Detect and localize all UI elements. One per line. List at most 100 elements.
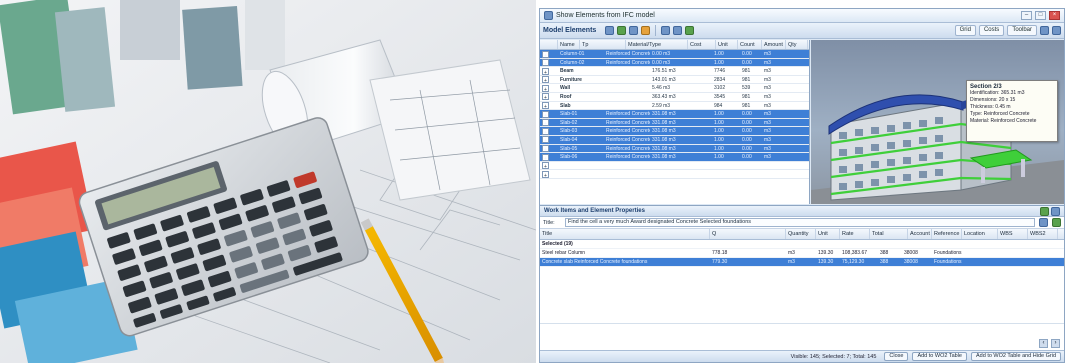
grid-row[interactable]: + [540,170,809,179]
expand-row-icon[interactable]: + [542,110,549,118]
filter-row: Title: Find the cell a very much Award d… [540,217,1064,229]
help-icon[interactable] [1052,26,1061,35]
grid-col-count[interactable]: Count [738,40,762,49]
model-elements-grid: Name Tp Material/Type Cost Unit Count Am… [540,40,810,204]
col-wbs2[interactable]: WBS2 [1028,229,1058,239]
grid-cell: 1.00 [714,111,724,118]
apply-filter-icon[interactable] [1052,218,1061,227]
costs-button[interactable]: Costs [978,25,1005,36]
expand-row-icon[interactable]: + [542,145,549,153]
expand-row-icon[interactable]: + [542,84,549,92]
col-location[interactable]: Location [962,229,998,239]
toolbar-button[interactable]: Toolbar [1007,25,1037,36]
grid-row[interactable]: + Slab 2.59 m3 984 981 m3 [540,102,809,111]
grid-row[interactable]: + Slab-03 Reinforced Concrete 331.08 m3 1.00… [540,127,809,136]
expand-row-icon[interactable]: + [542,136,549,144]
grid-cell: Reinforced Concrete [606,136,650,143]
grid-cell: Reinforced Concrete [606,119,650,126]
grid-col-type[interactable]: Tp [580,40,626,49]
expand-row-icon[interactable]: + [542,93,549,101]
tooltip-line: Identification: 365.31 m3 [970,90,1025,96]
grid-row[interactable]: + Slab-01 Reinforced Concrete 331.08 m3 1.00… [540,110,809,119]
maximize-button[interactable]: □ [1035,11,1046,20]
grid-col-name[interactable]: Name [558,40,580,49]
col-wbs[interactable]: WBS [998,229,1028,239]
zoom-icon[interactable] [661,26,671,35]
col-unit[interactable]: Unit [816,229,840,239]
close-button[interactable]: Close [884,352,909,361]
model-3d-view[interactable]: Section 2/3 Identification: 365.31 m3 Di… [811,40,1064,204]
grid-button[interactable]: Grid [954,25,976,36]
window-titlebar[interactable]: Show Elements from IFC model – □ × [540,9,1064,23]
grid-row[interactable]: + Furniture 143.01 m3 2834 981 m3 [540,76,809,85]
col-title[interactable]: Title [540,229,710,239]
grid-col-qty[interactable]: Qty [786,40,808,49]
grid-row[interactable]: + Slab-04 Reinforced Concrete 331.08 m3 1.00… [540,135,809,145]
expand-row-icon[interactable]: + [542,153,549,161]
work-item-row[interactable]: Steel rebar Column 778.18 m3 139.30 108,383.… [540,249,1064,258]
grid-row[interactable]: + Roof 363.43 m3 3545 981 m3 [540,93,809,102]
grid-cell [740,162,762,170]
grid-cell: Slab-03 [560,128,578,135]
filter-icon[interactable] [605,26,615,35]
col-total[interactable]: Total [870,229,908,239]
col-q[interactable]: Q [710,229,786,239]
model-elements-title: Model Elements [543,27,597,34]
settings-icon[interactable] [1040,26,1049,35]
col-rate[interactable]: Rate [840,229,870,239]
grid-row[interactable]: + Slab-06 Reinforced Concrete 331.08 m3 1.00… [540,153,809,162]
refresh-icon[interactable] [617,26,627,35]
expand-row-icon[interactable]: + [542,170,549,178]
work-item-cell: 779.30 [712,259,728,265]
scroll-left-icon[interactable]: ‹ [1039,339,1048,348]
grid-col-material[interactable]: Material/Type [626,40,688,49]
grid-cell: 981 [742,102,751,109]
grid-cell: m3 [764,93,771,100]
grid-cell: 331.08 m3 [652,145,676,152]
grid-cell: 981 [742,76,751,83]
view-3d-icon[interactable] [685,26,695,35]
grid-row[interactable]: + Wall 5.46 m3 3102 539 m3 [540,84,809,93]
expand-row-icon[interactable]: + [542,67,549,75]
add-to-table-button[interactable]: Add to WO2 Table [912,352,967,361]
minimize-button[interactable]: – [1021,11,1032,20]
col-reference[interactable]: Reference [932,229,962,239]
grid-cell: Reinforced Concrete [606,51,650,57]
col-account[interactable]: Account [908,229,932,239]
expand-row-icon[interactable]: + [542,119,549,127]
grid-col-amount[interactable]: Amount [762,40,786,49]
grid-row[interactable]: + Column-01 Reinforced Concrete 0.00 m3 1.00… [540,50,809,59]
filter-input[interactable]: Find the cell a very much Award designat… [565,218,1035,227]
grid-row[interactable]: + Column-02 Reinforced Concrete 0.00 m3 1.00… [540,58,809,68]
expand-icon[interactable] [629,26,639,35]
expand-row-icon[interactable]: + [542,102,549,110]
grid-col-cost[interactable]: Cost [688,40,716,49]
grid-row[interactable]: + Slab-05 Reinforced Concrete 331.08 m3 1.00… [540,144,809,154]
work-item-row[interactable]: Concrete slab Reinforced Concrete founda… [540,258,1064,267]
grid-row[interactable]: + [540,162,809,171]
expand-row-icon[interactable]: + [542,127,549,135]
expand-row-icon[interactable]: + [542,162,549,170]
grid-cell: 1.00 [714,136,724,143]
grid-col-unit[interactable]: Unit [716,40,738,49]
col-quantity[interactable]: Quantity [786,229,816,239]
work-item-row[interactable]: Selected (19) [540,240,1064,249]
collapse-icon[interactable] [1051,206,1060,216]
grid-cell: Beam [560,68,574,75]
grid-cell: 331.08 m3 [652,128,676,135]
pin-icon[interactable] [1040,206,1049,216]
highlight-icon[interactable] [641,26,651,35]
work-item-cell [932,240,968,248]
add-and-hide-button[interactable]: Add to WO2 Table and Hide Grid [971,352,1061,361]
scroll-right-icon[interactable]: › [1051,339,1060,348]
filter-options-icon[interactable] [1039,218,1048,227]
rotate-icon[interactable] [673,26,683,35]
close-window-button[interactable]: × [1049,11,1060,20]
grid-row[interactable]: + Slab-02 Reinforced Concrete 331.08 m3 1.00… [540,118,809,128]
grid-cell: Slab-05 [560,145,578,152]
grid-cell: 0.00 [742,111,752,118]
grid-row[interactable]: + Beam 176.51 m3 7746 981 m3 [540,67,809,76]
expand-row-icon[interactable]: + [542,50,549,58]
expand-row-icon[interactable]: + [542,76,549,84]
expand-row-icon[interactable]: + [542,59,549,67]
